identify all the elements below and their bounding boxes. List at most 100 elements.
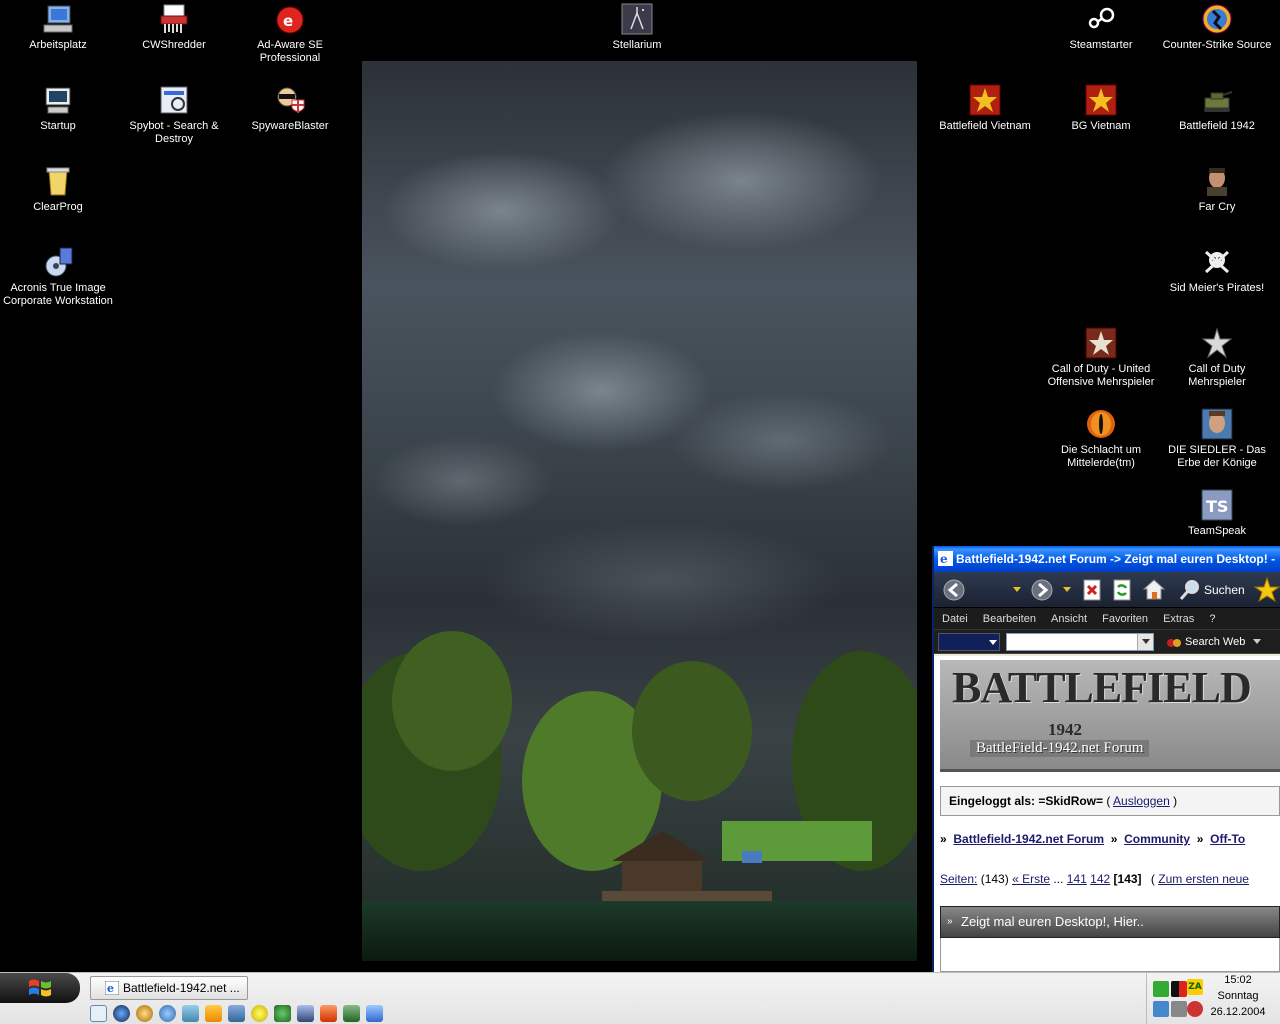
quicklaunch-firefox-icon[interactable] <box>136 1005 153 1022</box>
back-dropdown-arrow-icon[interactable] <box>1012 586 1022 594</box>
quicklaunch-messenger-icon[interactable] <box>228 1005 245 1022</box>
back-button[interactable] <box>942 578 966 602</box>
chevron-down-icon <box>1253 639 1262 644</box>
breadcrumb-community[interactable]: Community <box>1124 832 1190 846</box>
desktop-icon-mittelerde[interactable]: Die Schlacht um Mittelerde(tm) <box>1043 407 1159 470</box>
menu-help[interactable]: ? <box>1209 613 1215 625</box>
far-cry-icon <box>1200 164 1234 198</box>
desktop-icon-teamspeak[interactable]: TS TeamSpeak <box>1159 488 1275 538</box>
search-input-dropdown[interactable] <box>1137 634 1153 650</box>
desktop-icon-battlefield-vietnam[interactable]: Battlefield Vietnam <box>927 83 1043 133</box>
desktop-icon-startup[interactable]: Startup <box>0 83 116 133</box>
spybot-icon <box>157 83 191 117</box>
desktop-icon-far-cry[interactable]: Far Cry <box>1159 164 1275 214</box>
breadcrumb-forum[interactable]: Battlefield-1942.net Forum <box>953 832 1104 846</box>
quicklaunch-icq-icon[interactable] <box>274 1005 291 1022</box>
start-button[interactable] <box>0 973 80 1003</box>
search-button[interactable]: Suchen <box>1178 578 1245 602</box>
browser-window[interactable]: e Battlefield-1942.net Forum -> Zeigt ma… <box>932 546 1280 972</box>
menu-datei[interactable]: Datei <box>942 613 968 625</box>
tray-firewall-icon[interactable] <box>1171 981 1187 997</box>
wallpaper-image <box>362 61 917 961</box>
desktop-icon-spywareblaster[interactable]: SpywareBlaster <box>232 83 348 133</box>
menu-ansicht[interactable]: Ansicht <box>1051 613 1087 625</box>
pager-first[interactable]: « Erste <box>1012 872 1050 886</box>
desktop-icon-bg-vietnam[interactable]: BG Vietnam <box>1043 83 1159 133</box>
pager-first-unread[interactable]: Zum ersten neue <box>1158 872 1249 886</box>
svg-text:e: e <box>283 12 293 30</box>
desktop-icon-siedler[interactable]: DIE SIEDLER - Das Erbe der Könige <box>1159 407 1275 470</box>
tray-monitor-icon[interactable] <box>1153 1001 1169 1017</box>
search-icon <box>1179 580 1199 600</box>
pager-current: [143] <box>1113 872 1142 886</box>
quick-launch-bar <box>90 1005 383 1023</box>
desktop-icon-adaware[interactable]: e Ad-Aware SE Professional <box>232 2 348 65</box>
tray-volume-icon[interactable] <box>1171 1001 1187 1017</box>
quicklaunch-browser-icon[interactable] <box>159 1005 176 1022</box>
quicklaunch-download-icon[interactable] <box>366 1005 383 1022</box>
startup-icon <box>41 83 75 117</box>
browser-toolbar: Suchen <box>934 572 1280 608</box>
logout-link[interactable]: Ausloggen <box>1113 794 1170 808</box>
spywareblaster-icon <box>273 83 307 117</box>
login-status: Eingeloggt als: =SkidRow= ( Ausloggen ) <box>940 786 1280 816</box>
svg-text:e: e <box>107 982 114 995</box>
desktop-icon-stellarium[interactable]: Stellarium <box>579 2 695 52</box>
pager-142[interactable]: 142 <box>1090 872 1110 886</box>
forward-dropdown-arrow-icon[interactable] <box>1062 586 1072 594</box>
quicklaunch-app-icon[interactable] <box>320 1005 337 1022</box>
desktop-icon-counter-strike[interactable]: Counter-Strike Source <box>1159 2 1275 52</box>
stop-button[interactable] <box>1082 579 1102 601</box>
home-button[interactable] <box>1142 578 1166 602</box>
desktop-icon-arbeitsplatz[interactable]: Arbeitsplatz <box>0 2 116 52</box>
desktop-icon-cod-uo[interactable]: Call of Duty - United Offensive Mehrspie… <box>1043 326 1159 389</box>
menu-bar: Datei Bearbeiten Ansicht Favoriten Extra… <box>934 608 1280 630</box>
forum-banner[interactable]: BATTLEFIELD 1942 BattleField-1942.net Fo… <box>940 660 1280 772</box>
svg-text:e: e <box>940 552 948 566</box>
tray-network-icon[interactable] <box>1153 981 1169 997</box>
thread-post <box>940 938 1280 972</box>
search-input[interactable] <box>1006 633 1154 651</box>
shredder-icon <box>157 2 191 36</box>
acronis-icon <box>41 245 75 279</box>
quicklaunch-tool-icon[interactable] <box>297 1005 314 1022</box>
desktop-icon-pirates[interactable]: Sid Meier's Pirates! <box>1159 245 1275 295</box>
forward-button[interactable] <box>1030 578 1054 602</box>
desktop-icon-steamstarter[interactable]: Steamstarter <box>1043 2 1159 52</box>
banner-year: 1942 <box>1048 720 1082 739</box>
system-clock[interactable]: 15:02 Sonntag 26.12.2004 <box>1196 973 1280 1022</box>
desktop-icon-clearprog[interactable]: ClearProg <box>0 164 116 214</box>
breadcrumb-offtopic[interactable]: Off-To <box>1210 832 1245 846</box>
login-user-label: Eingeloggt als: =SkidRow= <box>949 794 1104 808</box>
quicklaunch-ie-icon[interactable] <box>90 1005 107 1022</box>
menu-extras[interactable]: Extras <box>1163 613 1194 625</box>
menu-bearbeiten[interactable]: Bearbeiten <box>983 613 1036 625</box>
windows-logo-icon <box>29 979 51 997</box>
menu-favoriten[interactable]: Favoriten <box>1102 613 1148 625</box>
banner-title: BATTLEFIELD <box>952 663 1252 712</box>
refresh-button[interactable] <box>1112 579 1132 601</box>
thread-title-bar: » Zeigt mal euren Desktop!, Hier.. <box>940 906 1280 938</box>
desktop-icon-battlefield-1942[interactable]: Battlefield 1942 <box>1159 83 1275 133</box>
desktop-wallpaper <box>362 61 917 961</box>
search-web-button[interactable]: Search Web <box>1166 633 1262 651</box>
pager-label[interactable]: Seiten: <box>940 872 977 886</box>
quicklaunch-yahoo-icon[interactable] <box>251 1005 268 1022</box>
desktop-icon-spybot[interactable]: Spybot - Search & Destroy <box>116 83 232 146</box>
pager-141[interactable]: 141 <box>1067 872 1087 886</box>
quicklaunch-phone-icon[interactable] <box>182 1005 199 1022</box>
taskbar-button-browser[interactable]: e Battlefield-1942.net ... <box>90 976 248 1000</box>
cod-uo-icon <box>1084 326 1118 360</box>
search-provider-dropdown[interactable] <box>938 633 1000 651</box>
ie-icon: e <box>938 551 953 566</box>
quicklaunch-globe-icon[interactable] <box>113 1005 130 1022</box>
favorites-button[interactable] <box>1254 577 1280 603</box>
quicklaunch-aim-icon[interactable] <box>205 1005 222 1022</box>
quicklaunch-archive-icon[interactable] <box>343 1005 360 1022</box>
web-page: BATTLEFIELD 1942 BattleField-1942.net Fo… <box>934 656 1280 972</box>
desktop-icon-cwshredder[interactable]: CWShredder <box>116 2 232 52</box>
window-titlebar[interactable]: e Battlefield-1942.net Forum -> Zeigt ma… <box>934 546 1280 572</box>
desktop-icon-cod[interactable]: Call of Duty Mehrspieler <box>1159 326 1275 389</box>
taskbar: e Battlefield-1942.net ... ZA 15:02 Sonn… <box>0 972 1280 1024</box>
desktop-icon-acronis[interactable]: Acronis True Image Corporate Workstation <box>0 245 116 308</box>
